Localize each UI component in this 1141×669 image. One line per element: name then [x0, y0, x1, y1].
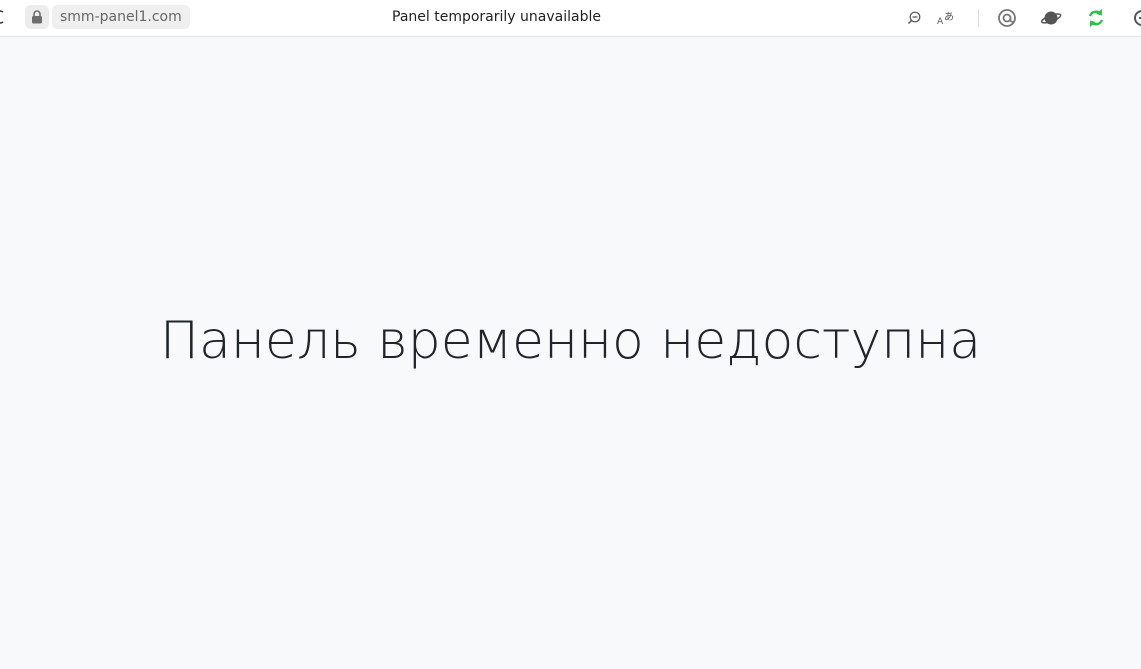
page-content: Панель временно недоступна — [0, 38, 1141, 669]
planet-icon[interactable] — [1039, 6, 1063, 30]
page-title: Panel temporarily unavailable — [392, 9, 601, 25]
address-bar[interactable]: smm-panel1.com — [25, 5, 190, 29]
profile-icon[interactable] — [1128, 6, 1141, 30]
svg-text:A: A — [937, 17, 944, 27]
toolbar-divider — [978, 9, 979, 27]
browser-toolbar: smm-panel1.com Panel temporarily unavail… — [0, 0, 1141, 37]
lock-icon[interactable] — [25, 5, 49, 29]
extension-at-icon[interactable] — [995, 6, 1019, 30]
svg-text:あ: あ — [944, 11, 954, 23]
reload-icon[interactable] — [0, 8, 8, 26]
url-text[interactable]: smm-panel1.com — [52, 5, 190, 29]
translate-icon[interactable]: A あ — [934, 6, 958, 30]
sync-icon[interactable] — [1084, 6, 1108, 30]
zoom-out-icon[interactable] — [902, 6, 926, 30]
unavailable-message: Панель временно недоступна — [159, 311, 982, 371]
